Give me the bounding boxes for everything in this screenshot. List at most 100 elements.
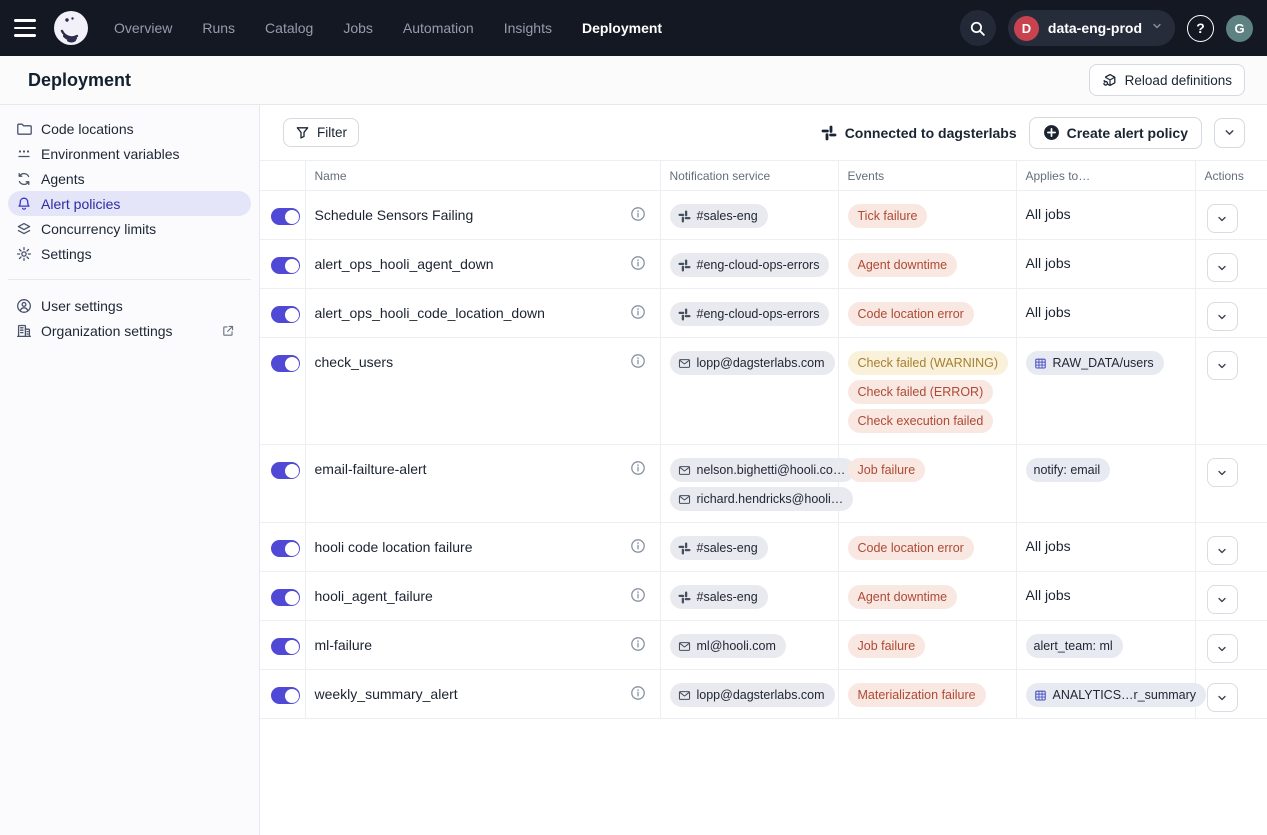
alert-policies-toolbar: Filter Connected to dagsterlabs Create a… xyxy=(260,105,1267,160)
policy-enabled-toggle[interactable] xyxy=(271,257,300,274)
policy-enabled-toggle[interactable] xyxy=(271,208,300,225)
applies-to-cell: All jobs xyxy=(1016,523,1195,572)
info-icon[interactable] xyxy=(630,587,646,603)
toggle-cell xyxy=(260,338,305,445)
sidebar-item-settings[interactable]: Settings xyxy=(0,241,251,266)
deployment-switcher[interactable]: D data-eng-prod xyxy=(1008,10,1175,46)
page-title: Deployment xyxy=(28,70,131,91)
reload-definitions-button[interactable]: Reload definitions xyxy=(1089,64,1245,96)
row-actions-button[interactable] xyxy=(1207,458,1238,487)
table-grid-icon xyxy=(1034,357,1047,370)
sidebar-item-alert-policies[interactable]: Alert policies xyxy=(8,191,251,216)
notification-service-cell: #eng-cloud-ops-errors xyxy=(660,289,838,338)
applies-to-text: All jobs xyxy=(1026,302,1071,320)
applies-to-cell: All jobs xyxy=(1016,572,1195,621)
column-header-toggle xyxy=(260,161,305,191)
info-icon[interactable] xyxy=(630,538,646,554)
row-actions-button[interactable] xyxy=(1207,634,1238,663)
search-icon[interactable] xyxy=(960,10,996,46)
create-alert-policy-button[interactable]: Create alert policy xyxy=(1029,117,1202,149)
slack-channel-badge: #eng-cloud-ops-errors xyxy=(670,302,830,326)
policy-enabled-toggle[interactable] xyxy=(271,355,300,372)
chevron-down-icon xyxy=(1151,19,1163,37)
hamburger-menu-icon[interactable] xyxy=(14,14,42,42)
sidebar-divider xyxy=(8,279,251,280)
info-icon[interactable] xyxy=(630,636,646,652)
applies-to-cell: alert_team: ml xyxy=(1016,621,1195,670)
email-badge: lopp@dagsterlabs.com xyxy=(670,683,835,707)
table-row: weekly_summary_alert lopp@dagsterlabs.com… xyxy=(260,670,1267,719)
name-cell: hooli code location failure xyxy=(305,523,660,572)
row-actions-button[interactable] xyxy=(1207,351,1238,380)
slack-icon xyxy=(678,210,691,223)
info-icon[interactable] xyxy=(630,304,646,320)
policy-name: check_users xyxy=(315,353,394,371)
help-icon[interactable]: ? xyxy=(1187,15,1214,42)
email-badge: ml@hooli.com xyxy=(670,634,786,658)
sidebar-item-label: Environment variables xyxy=(41,146,180,162)
user-avatar[interactable]: G xyxy=(1226,15,1253,42)
more-actions-button[interactable] xyxy=(1214,118,1245,148)
nav-item-runs[interactable]: Runs xyxy=(202,20,235,36)
info-icon[interactable] xyxy=(630,460,646,476)
slack-icon xyxy=(678,308,691,321)
connection-status: Connected to dagsterlabs xyxy=(821,125,1017,141)
table-row: ml-failureml@hooli.comJob failurealert_t… xyxy=(260,621,1267,670)
service-label: #sales-eng xyxy=(697,541,758,555)
policy-enabled-toggle[interactable] xyxy=(271,540,300,557)
nav-item-overview[interactable]: Overview xyxy=(114,20,172,36)
table-row: alert_ops_hooli_code_location_down#eng-c… xyxy=(260,289,1267,338)
policy-name: ml-failure xyxy=(315,636,373,654)
env-vars-icon xyxy=(16,146,32,162)
sidebar-item-code-locations[interactable]: Code locations xyxy=(0,116,251,141)
sidebar-item-agents[interactable]: Agents xyxy=(0,166,251,191)
row-actions-button[interactable] xyxy=(1207,253,1238,282)
info-icon[interactable] xyxy=(630,685,646,701)
nav-item-jobs[interactable]: Jobs xyxy=(343,20,373,36)
policy-enabled-toggle[interactable] xyxy=(271,589,300,606)
table-row: hooli code location failure #sales-eng Cod… xyxy=(260,523,1267,572)
event-badge: Check execution failed xyxy=(848,409,994,433)
row-actions-button[interactable] xyxy=(1207,585,1238,614)
info-icon[interactable] xyxy=(630,255,646,271)
info-icon[interactable] xyxy=(630,206,646,222)
info-icon[interactable] xyxy=(630,353,646,369)
policy-enabled-toggle[interactable] xyxy=(271,638,300,655)
user-icon xyxy=(16,298,32,314)
events-cell: Agent downtime xyxy=(838,572,1016,621)
sidebar-item-label: Code locations xyxy=(41,121,134,137)
slack-channel-badge: #sales-eng xyxy=(670,536,768,560)
sidebar-item-user-settings[interactable]: User settings xyxy=(0,293,251,318)
policy-enabled-toggle[interactable] xyxy=(271,306,300,323)
row-actions-button[interactable] xyxy=(1207,302,1238,331)
name-cell: weekly_summary_alert xyxy=(305,670,660,719)
email-icon xyxy=(678,689,691,702)
table-row: Schedule Sensors Failing#sales-engTick f… xyxy=(260,191,1267,240)
toggle-cell xyxy=(260,240,305,289)
email-icon xyxy=(678,357,691,370)
nav-item-automation[interactable]: Automation xyxy=(403,20,474,36)
sidebar-item-organization-settings[interactable]: Organization settings xyxy=(0,318,251,343)
row-actions-button[interactable] xyxy=(1207,204,1238,233)
sidebar-item-concurrency-limits[interactable]: Concurrency limits xyxy=(0,216,251,241)
notification-service-cell: #sales-eng xyxy=(660,523,838,572)
policy-enabled-toggle[interactable] xyxy=(271,687,300,704)
create-alert-policy-label: Create alert policy xyxy=(1067,125,1188,141)
gear-icon xyxy=(16,246,32,262)
notification-service-cell: lopp@dagsterlabs.com xyxy=(660,338,838,445)
dagster-logo-icon[interactable] xyxy=(52,9,90,47)
events-cell: Code location error xyxy=(838,523,1016,572)
row-actions-button[interactable] xyxy=(1207,683,1238,712)
row-actions-button[interactable] xyxy=(1207,536,1238,565)
policy-enabled-toggle[interactable] xyxy=(271,462,300,479)
actions-cell xyxy=(1195,523,1267,572)
bell-icon xyxy=(16,196,32,212)
column-header-actions: Actions xyxy=(1195,161,1267,191)
nav-item-deployment[interactable]: Deployment xyxy=(582,20,662,36)
nav-item-insights[interactable]: Insights xyxy=(504,20,552,36)
filter-button[interactable]: Filter xyxy=(283,118,359,147)
service-label: nelson.bighetti@hooli.co… xyxy=(697,463,846,477)
sidebar-item-environment-variables[interactable]: Environment variables xyxy=(0,141,251,166)
nav-item-catalog[interactable]: Catalog xyxy=(265,20,313,36)
notification-service-cell: nelson.bighetti@hooli.co…richard.hendric… xyxy=(660,445,838,523)
